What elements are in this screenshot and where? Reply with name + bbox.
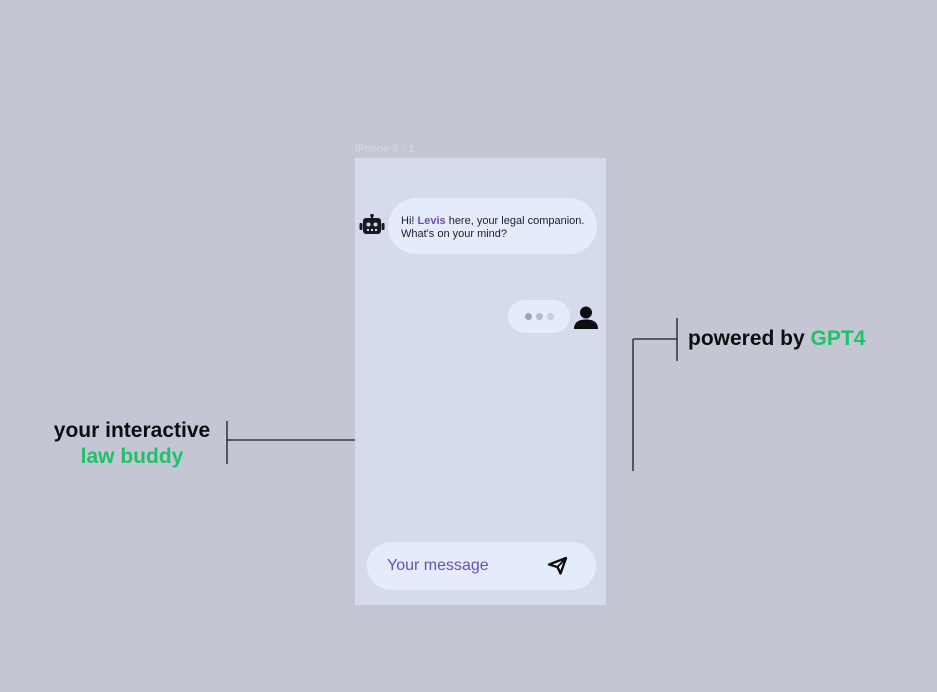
robot-icon [359, 214, 385, 234]
callout-right-highlight: GPT4 [810, 327, 866, 350]
frame-label: iPhone 8 - 1 [355, 143, 415, 155]
callout-right-prefix: powered by [688, 327, 811, 350]
callout-interactive-buddy: your interactive law buddy [50, 418, 214, 470]
typing-dot [535, 313, 543, 320]
callout-left-line2: law buddy [80, 445, 184, 468]
typing-indicator [508, 300, 570, 333]
typing-dot [524, 313, 532, 320]
bot-message-line1: here, your legal companion. [445, 215, 585, 227]
callout-powered-by: powered by GPT4 [688, 326, 865, 352]
chat-screen: Hi! Levis here, your legal companion. Wh… [355, 158, 606, 605]
typing-dot [546, 313, 554, 320]
send-button[interactable] [546, 554, 570, 578]
paper-plane-icon [546, 556, 568, 577]
bot-message-bubble: Hi! Levis here, your legal companion. Wh… [388, 198, 597, 254]
callout-left-line1: your interactive [53, 419, 211, 442]
user-icon [574, 306, 598, 329]
bot-message-greeting: Hi! [401, 215, 418, 227]
bot-message-line2: What's on your mind? [401, 227, 508, 240]
message-input[interactable] [387, 554, 537, 578]
message-composer [367, 542, 596, 590]
bot-name: Levis [417, 215, 446, 227]
